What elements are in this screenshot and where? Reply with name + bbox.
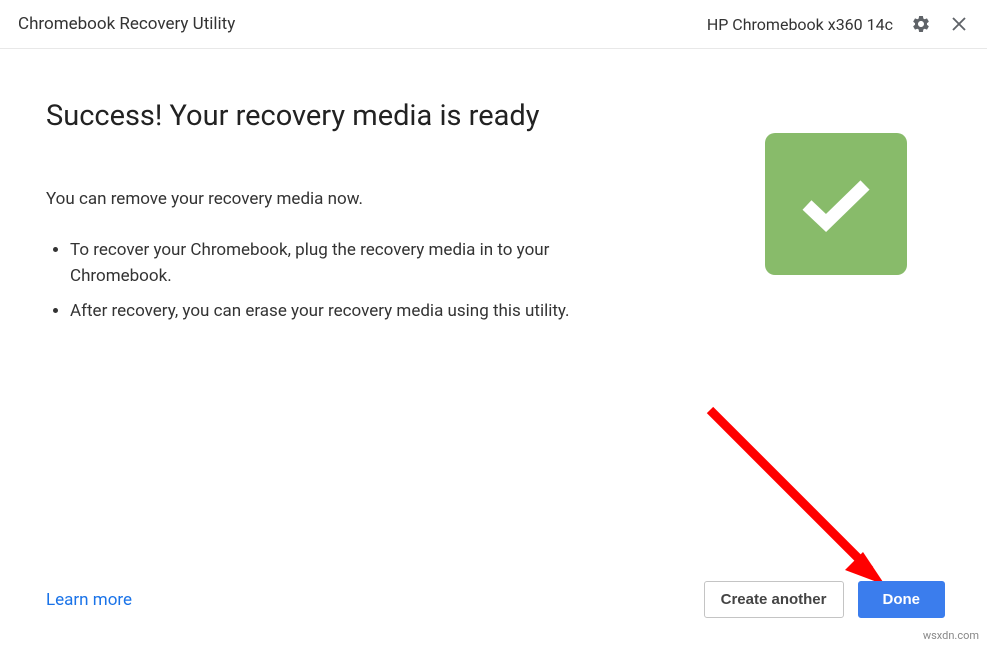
button-row: Create another Done [704,581,945,618]
check-icon [801,177,871,232]
list-item: After recovery, you can erase your recov… [70,298,626,324]
instruction-list: To recover your Chromebook, plug the rec… [46,237,626,324]
app-title: Chromebook Recovery Utility [18,14,235,34]
gear-icon[interactable] [911,14,931,34]
main-content: Success! Your recovery media is ready Yo… [0,49,987,362]
window-header: Chromebook Recovery Utility HP Chromeboo… [0,0,987,49]
intro-text: You can remove your recovery media now. [46,189,626,209]
page-heading: Success! Your recovery media is ready [46,99,626,133]
create-another-button[interactable]: Create another [704,581,844,618]
list-item: To recover your Chromebook, plug the rec… [70,237,626,290]
annotation-arrow [685,400,905,610]
header-right-group: HP Chromebook x360 14c [707,14,969,34]
success-tile [765,133,907,275]
done-button[interactable]: Done [858,581,946,618]
learn-more-link[interactable]: Learn more [46,590,132,610]
watermark: wsxdn.com [923,629,979,642]
close-icon[interactable] [949,14,969,34]
device-name: HP Chromebook x360 14c [707,15,893,34]
footer-bar: Learn more Create another Done [46,581,945,618]
